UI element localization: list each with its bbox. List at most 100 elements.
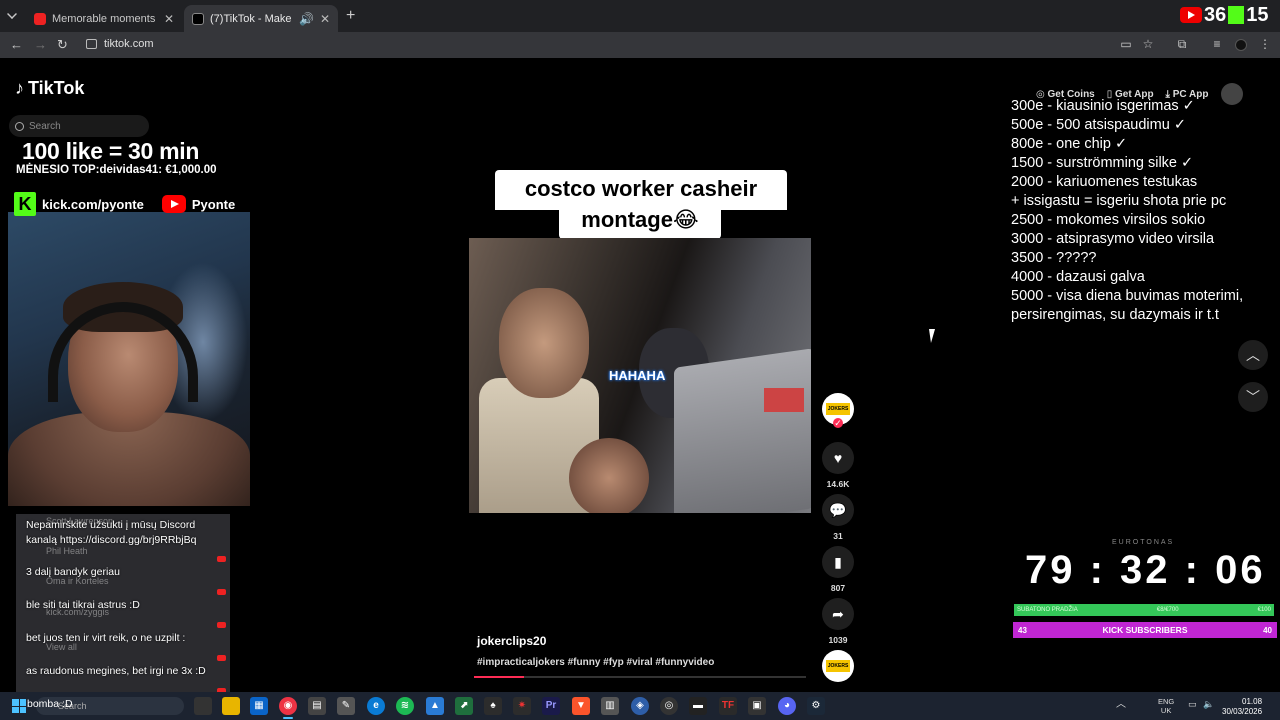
tiktok-search-input[interactable]: Search (9, 115, 149, 137)
site-info-icon[interactable] (86, 39, 97, 49)
webcam-feed (8, 212, 250, 506)
social-links: K kick.com/pyonte Pyonte (14, 186, 250, 222)
ghost-text: Phil Heath (46, 546, 88, 556)
media-control-icon[interactable]: ≡ (1211, 38, 1223, 50)
app-icon[interactable]: TF (719, 697, 737, 715)
clock-time: 01.08 (1242, 697, 1263, 706)
tray-chevron-up-icon[interactable]: ︿ (1116, 700, 1126, 710)
ghost-text: Oma ir Korteles (46, 576, 109, 586)
youtube-badge-icon (217, 622, 226, 628)
tab-youtube[interactable]: Memorable moments of Maxwe ✕ (26, 5, 182, 32)
app-icon[interactable]: ✷ (513, 697, 531, 715)
video-progress-fill (474, 676, 524, 678)
app-icon[interactable]: ◈ (631, 697, 649, 715)
windows-taskbar: Search ▦ ◉ ▤ ✎ e ≋ ▲ ⬈ ♠ ✷ Pr ▼ ▥ ◈ ◎ ▬ … (0, 692, 1280, 720)
brave-icon[interactable]: ▼ (572, 697, 590, 715)
youtube-logo-icon (161, 195, 186, 213)
goal-item: 5000 - visa diena buvimas moterimi, (1011, 288, 1244, 304)
premiere-icon[interactable]: Pr (542, 697, 560, 715)
terminal-icon[interactable]: ▬ (689, 697, 707, 715)
clock-date: 30/03/2026 (1222, 707, 1263, 716)
extensions-icon[interactable]: ⧉ (1176, 38, 1188, 50)
jokers-badge: JOKERS (826, 660, 850, 672)
goal-item: 2000 - kariuomenes testukas (1011, 174, 1198, 190)
subathon-bar-right: €100 (1257, 607, 1271, 613)
app-icon[interactable]: ▥ (601, 697, 619, 715)
forward-icon[interactable]: → (34, 37, 47, 52)
menu-dots-icon[interactable]: ⋮ (1259, 38, 1271, 50)
bookmark-star-icon[interactable]: ☆ (1142, 38, 1154, 50)
new-tab-button[interactable]: + (346, 7, 355, 25)
youtube-name: Pyonte (191, 196, 236, 212)
network-icon[interactable]: ▭ (1188, 700, 1197, 709)
goal-item: 1500 - surströmming silke ✓ (1011, 155, 1194, 171)
chat-message: Nepamirškite užsukti į mūsų Discord kana… (26, 519, 197, 546)
profile-avatar[interactable] (1235, 39, 1247, 51)
video-progress-bar[interactable] (474, 676, 806, 678)
follow-plus-icon[interactable]: ✓ (833, 418, 843, 428)
browser-tab-bar: Memorable moments of Maxwe ✕ (7)TikTok -… (0, 0, 1280, 32)
url-field[interactable]: tiktok.com (104, 38, 154, 50)
edge-icon[interactable]: e (367, 697, 385, 715)
subathon-timer: 79 : 32 : 06 (1025, 548, 1266, 592)
volume-icon[interactable]: 🔈 (1203, 700, 1214, 709)
tiktok-logo[interactable]: ♪ TikTok (15, 78, 84, 99)
subathon-bar-mid: €8/€700 (1156, 607, 1179, 613)
app-icon[interactable]: ▣ (748, 697, 766, 715)
tiktok-favicon-icon (192, 12, 204, 25)
file-explorer-icon[interactable] (222, 697, 240, 715)
overlay-sub-counter: 36 15 (1180, 4, 1269, 26)
language-top: ENG (1158, 697, 1175, 706)
goal-item: persirengimas, su dazymais ir t.t (1011, 307, 1219, 323)
spotify-icon[interactable]: ≋ (396, 697, 414, 715)
app-icon[interactable]: ⬈ (455, 697, 473, 715)
steam-icon[interactable]: ⚙ (807, 697, 825, 715)
speaker-icon[interactable]: 🔊 (299, 12, 314, 26)
kick-icon (1228, 6, 1245, 24)
obs-icon[interactable]: ◎ (660, 697, 678, 715)
music-disc-avatar[interactable]: JOKERS (822, 650, 854, 682)
video-hashtags[interactable]: #impracticaljokers #funny #fyp #viral #f… (477, 657, 714, 668)
kick-logo-icon: K (14, 192, 36, 216)
app-icon[interactable]: ♠ (484, 697, 502, 715)
close-tab-icon[interactable]: ✕ (164, 12, 174, 26)
store-icon[interactable]: ▦ (250, 697, 268, 715)
language-indicator[interactable]: ENG UK (1158, 697, 1174, 715)
video-player[interactable]: HAHAHA (469, 238, 811, 513)
comment-icon[interactable]: 💬 (822, 494, 854, 526)
subathon-progress-bar: SUBATONO PRADŽIA €8/€700 €100 (1014, 604, 1274, 616)
tab-tiktok[interactable]: (7)TikTok - Make Your Day 🔊 ✕ (184, 5, 338, 32)
chrome-icon[interactable]: ◉ (279, 697, 297, 715)
tiktok-logo-text: TikTok (28, 78, 85, 98)
top-donor-text: MĖNESIO TOP:deividas41: €1,000.00 (16, 164, 217, 176)
share-arrow-icon[interactable]: ➦ (822, 598, 854, 630)
cast-icon[interactable]: ▭ (1120, 38, 1132, 50)
video-author[interactable]: jokerclips20 (477, 634, 546, 648)
discord-icon[interactable]: ◕ (778, 697, 796, 715)
kick-link: kick.com/pyonte (42, 196, 144, 212)
like-heart-icon[interactable]: ♥ (822, 442, 854, 474)
timer-label: EUROTONAS (1112, 539, 1175, 546)
tab-search-icon[interactable] (7, 9, 17, 19)
ghost-text: kick.com/zyggis (46, 607, 110, 617)
chat-message: bomba :D (27, 698, 73, 710)
previous-video-chevron-up-icon[interactable]: ︿ (1238, 340, 1268, 370)
reload-icon[interactable]: ↻ (57, 37, 68, 53)
view-all-link[interactable]: View all (46, 642, 77, 652)
windows-start-icon[interactable] (12, 699, 26, 713)
photos-icon[interactable]: ▲ (426, 697, 444, 715)
goal-item: 2500 - mokomes virsilos sokio (1011, 212, 1206, 228)
next-video-chevron-down-icon[interactable]: ﹀ (1238, 382, 1268, 412)
subathon-bar-left: SUBATONO PRADŽIA (1017, 607, 1078, 613)
task-view-icon[interactable] (194, 697, 212, 715)
app-icon[interactable]: ✎ (337, 697, 355, 715)
goal-item: + issigastu = isgeriu shota prie pc (1011, 193, 1227, 209)
youtube-favicon-icon (34, 12, 46, 25)
video-monitor (674, 348, 811, 513)
bookmark-icon[interactable]: ▮ (822, 546, 854, 578)
taskbar-clock[interactable]: 01.08 30/03/2026 (1222, 697, 1262, 717)
back-icon[interactable]: ← (10, 37, 23, 52)
language-bottom: UK (1160, 706, 1172, 715)
app-icon[interactable]: ▤ (308, 697, 326, 715)
close-tab-icon[interactable]: ✕ (320, 12, 330, 26)
